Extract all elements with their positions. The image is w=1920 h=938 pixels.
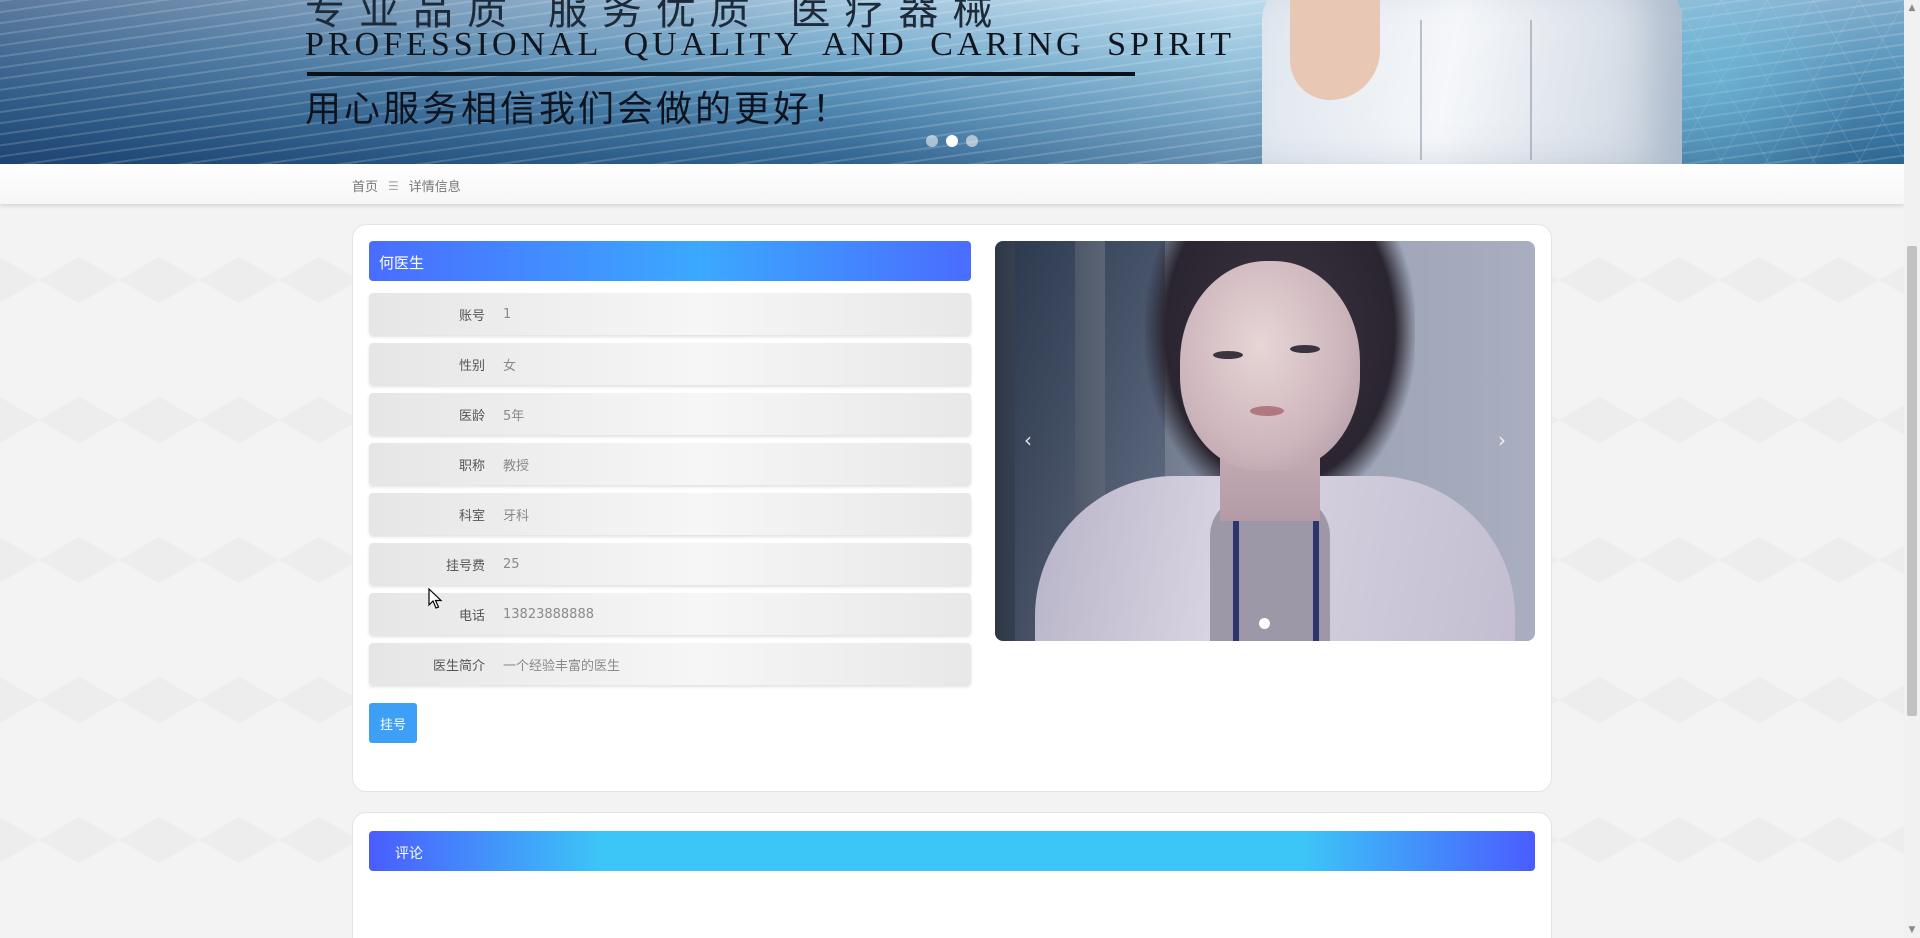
info-value: 25 — [503, 556, 520, 572]
doctor-name-title: 何医生 — [369, 241, 971, 281]
info-label: 医龄 — [458, 408, 485, 424]
info-row-department: 科室 牙科 — [369, 493, 971, 535]
info-row-account: 账号 1 — [369, 293, 971, 335]
register-button[interactable]: 挂号 — [369, 703, 417, 743]
carousel-next-icon[interactable]: › — [1487, 426, 1517, 456]
info-value: 5年 — [503, 408, 525, 424]
banner-dot-1[interactable] — [926, 135, 938, 147]
info-value: 1 — [503, 306, 512, 322]
info-row-experience: 医龄 5年 — [369, 393, 971, 435]
photo-eye — [1290, 345, 1320, 353]
info-label: 职称 — [458, 458, 485, 474]
breadcrumb-current: 详情信息 — [408, 180, 461, 195]
info-label: 账号 — [458, 308, 485, 324]
info-value: 13823888888 — [503, 606, 594, 622]
banner-tagline-en: PROFESSIONAL QUALITY AND CARING SPIRIT — [305, 26, 1235, 63]
doctor-detail-card: 何医生 账号 1 性别 女 医龄 5年 职称 教授 科室 牙科 挂号费 25 电… — [352, 224, 1552, 792]
breadcrumb: 首页 ☰ 详情信息 — [352, 176, 461, 196]
carousel-dot[interactable] — [1259, 618, 1270, 629]
doctor-info-list: 账号 1 性别 女 医龄 5年 职称 教授 科室 牙科 挂号费 25 电话 13… — [369, 293, 971, 693]
photo-lips — [1250, 406, 1284, 416]
comment-card: 评论 — [352, 812, 1552, 938]
info-label: 性别 — [458, 358, 485, 374]
info-row-gender: 性别 女 — [369, 343, 971, 385]
breadcrumb-separator-icon: ☰ — [388, 178, 399, 193]
page-scrollbar[interactable]: ▲ ▼ — [1904, 0, 1920, 938]
scroll-up-icon[interactable]: ▲ — [1904, 0, 1920, 16]
info-row-title: 职称 教授 — [369, 443, 971, 485]
info-value: 女 — [503, 358, 517, 374]
info-label: 挂号费 — [445, 558, 485, 574]
banner-coat-seam — [1420, 20, 1422, 160]
banner-dot-3[interactable] — [966, 135, 978, 147]
info-label: 电话 — [458, 608, 485, 624]
photo-eye — [1213, 351, 1243, 359]
banner-divider — [307, 72, 1135, 76]
banner-coat-seam — [1530, 20, 1532, 160]
photo-face — [1180, 261, 1360, 471]
doctor-photo-carousel: ‹ › — [995, 241, 1535, 641]
info-value: 教授 — [503, 458, 530, 474]
info-label: 科室 — [458, 508, 485, 524]
info-row-phone: 电话 13823888888 — [369, 593, 971, 635]
carousel-prev-icon[interactable]: ‹ — [1013, 426, 1043, 456]
info-value: 一个经验丰富的医生 — [503, 658, 621, 674]
info-value: 牙科 — [503, 508, 530, 524]
banner-dot-2[interactable] — [946, 135, 958, 147]
scroll-down-icon[interactable]: ▼ — [1904, 922, 1920, 938]
info-row-bio: 医生简介 一个经验丰富的医生 — [369, 643, 971, 685]
breadcrumb-bar: 首页 ☰ 详情信息 — [0, 164, 1904, 204]
banner-slogan: 用心服务相信我们会做的更好！ — [305, 89, 852, 130]
info-label: 医生简介 — [432, 658, 485, 674]
comment-title: 评论 — [369, 831, 1535, 871]
banner-carousel: 专业品质 服务优质 医疗器械 PROFESSIONAL QUALITY AND … — [0, 0, 1904, 164]
info-row-fee: 挂号费 25 — [369, 543, 971, 585]
scrollbar-thumb[interactable] — [1907, 246, 1917, 716]
breadcrumb-home[interactable]: 首页 — [352, 176, 378, 195]
mouse-cursor-icon — [428, 588, 443, 609]
banner-pagination — [926, 135, 978, 147]
